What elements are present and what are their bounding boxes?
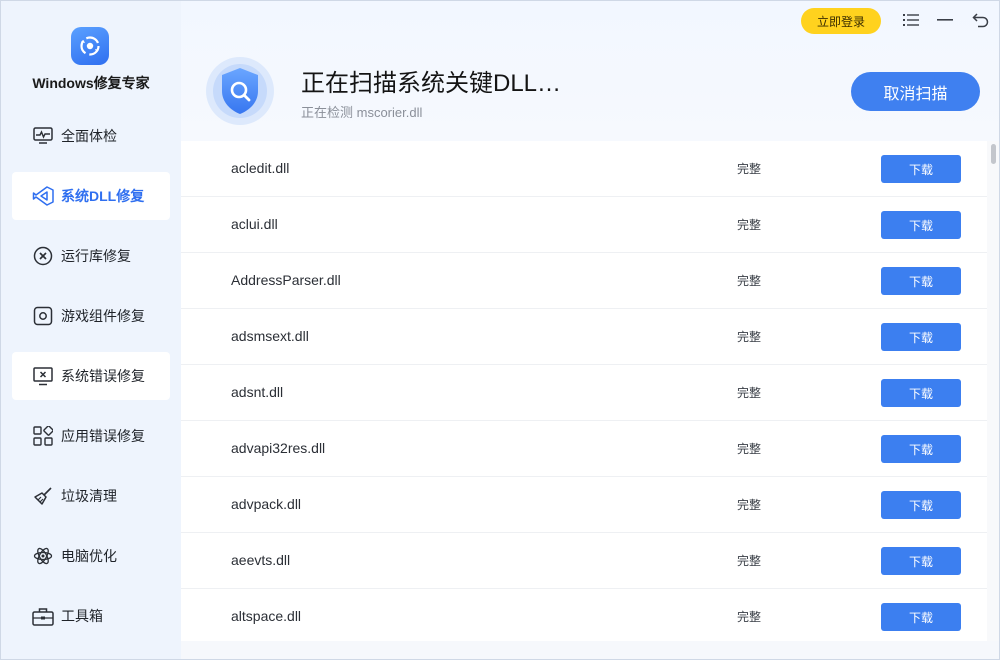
table-row: AddressParser.dll 完整 下载 <box>181 253 987 309</box>
dll-list: acledit.dll 完整 下载 aclui.dll 完整 下载 Addres… <box>181 141 987 645</box>
dll-status: 完整 <box>737 330 762 344</box>
bottom-strip <box>181 641 999 659</box>
sidebar-item-dll-repair[interactable]: 系统DLL修复 <box>12 172 170 220</box>
sidebar-item-label: 运行库修复 <box>61 248 131 264</box>
table-row: adsmsext.dll 完整 下载 <box>181 309 987 365</box>
sidebar-item-pc-optimize[interactable]: 电脑优化 <box>12 532 170 580</box>
table-row: acledit.dll 完整 下载 <box>181 141 987 197</box>
sidebar-item-label: 工具箱 <box>61 608 103 624</box>
atom-icon <box>32 545 54 567</box>
dll-name: altspace.dll <box>231 608 302 624</box>
toolbox-icon <box>32 605 54 627</box>
download-button[interactable]: 下载 <box>881 155 961 183</box>
gear-square-icon <box>32 305 54 327</box>
table-row: aclui.dll 完整 下载 <box>181 197 987 253</box>
sidebar-item-runtime-repair[interactable]: 运行库修复 <box>12 232 170 280</box>
sidebar-item-label: 系统DLL修复 <box>61 188 145 204</box>
broom-icon <box>32 485 54 507</box>
scan-header: 立即登录 正在扫描系统关键DLL… 正在检测 mscorier.dll 取消扫描 <box>181 1 999 141</box>
dll-name: advapi32res.dll <box>231 440 326 456</box>
app-window: Windows修复专家 全面体检 系统DLL修复 运行库修复 游戏组件修复 系统… <box>0 0 1000 660</box>
sidebar-item-full-checkup[interactable]: 全面体检 <box>12 112 170 160</box>
sidebar-item-label: 游戏组件修复 <box>61 308 145 324</box>
sidebar-item-label: 垃圾清理 <box>61 488 117 504</box>
app-logo <box>71 27 109 65</box>
scrollbar-thumb[interactable] <box>991 144 996 164</box>
dll-status: 完整 <box>737 442 762 456</box>
sidebar-item-label: 全面体检 <box>61 128 117 144</box>
sidebar-item-game-component-repair[interactable]: 游戏组件修复 <box>12 292 170 340</box>
sidebar-item-toolbox[interactable]: 工具箱 <box>12 592 170 640</box>
dll-name: adsnt.dll <box>231 384 284 400</box>
pulse-monitor-icon <box>32 125 54 147</box>
dll-status: 完整 <box>737 218 762 232</box>
scan-current-file: 正在检测 mscorier.dll <box>301 105 423 120</box>
minimize-icon[interactable] <box>934 9 956 31</box>
download-button[interactable]: 下载 <box>881 379 961 407</box>
sidebar-item-system-error-repair[interactable]: 系统错误修复 <box>12 352 170 400</box>
repair-logo-icon <box>80 36 100 56</box>
dll-status: 完整 <box>737 386 762 400</box>
cancel-scan-button[interactable]: 取消扫描 <box>851 72 980 111</box>
table-row: advpack.dll 完整 下载 <box>181 477 987 533</box>
sidebar-item-label: 系统错误修复 <box>61 368 145 384</box>
scan-title: 正在扫描系统关键DLL… <box>301 70 562 97</box>
download-button[interactable]: 下载 <box>881 211 961 239</box>
dll-name: AddressParser.dll <box>231 272 341 288</box>
table-row: altspace.dll 完整 下载 <box>181 589 987 645</box>
dll-status: 完整 <box>737 610 762 624</box>
monitor-x-icon <box>32 365 54 387</box>
circle-x-icon <box>32 245 54 267</box>
sidebar-item-label: 电脑优化 <box>61 548 117 564</box>
list-scrollbar[interactable] <box>987 141 999 641</box>
dll-name: advpack.dll <box>231 496 302 512</box>
dll-status: 完整 <box>737 498 762 512</box>
back-icon[interactable] <box>969 9 991 31</box>
download-button[interactable]: 下载 <box>881 323 961 351</box>
download-button[interactable]: 下载 <box>881 491 961 519</box>
download-button[interactable]: 下载 <box>881 435 961 463</box>
table-row: aeevts.dll 完整 下载 <box>181 533 987 589</box>
dll-name: adsmsext.dll <box>231 328 309 344</box>
login-button[interactable]: 立即登录 <box>801 8 881 34</box>
table-row: advapi32res.dll 完整 下载 <box>181 421 987 477</box>
dll-name: aeevts.dll <box>231 552 291 568</box>
visual-studio-icon <box>32 185 54 207</box>
sidebar-item-app-error-repair[interactable]: 应用错误修复 <box>12 412 170 460</box>
download-button[interactable]: 下载 <box>881 267 961 295</box>
download-button[interactable]: 下载 <box>881 547 961 575</box>
apps-grid-icon <box>32 425 54 447</box>
dll-name: acledit.dll <box>231 160 290 176</box>
sidebar-item-junk-cleanup[interactable]: 垃圾清理 <box>12 472 170 520</box>
app-title: Windows修复专家 <box>32 75 150 91</box>
download-button[interactable]: 下载 <box>881 603 961 631</box>
dll-name: aclui.dll <box>231 216 278 232</box>
menu-icon[interactable] <box>900 9 922 31</box>
dll-status: 完整 <box>737 162 762 176</box>
shield-search-icon <box>203 56 277 126</box>
table-row: adsnt.dll 完整 下载 <box>181 365 987 421</box>
dll-status: 完整 <box>737 554 762 568</box>
sidebar-item-label: 应用错误修复 <box>61 428 145 444</box>
sidebar: Windows修复专家 全面体检 系统DLL修复 运行库修复 游戏组件修复 系统… <box>1 1 181 659</box>
dll-status: 完整 <box>737 274 762 288</box>
